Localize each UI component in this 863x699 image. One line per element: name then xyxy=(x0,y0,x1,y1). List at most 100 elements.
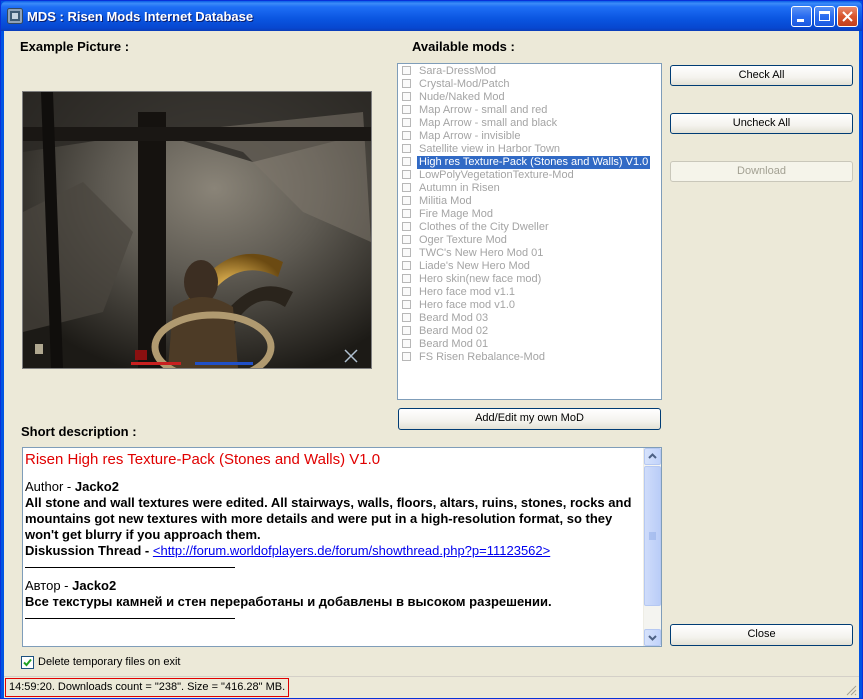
mod-label: Hero face mod v1.1 xyxy=(419,286,515,298)
mod-list-item[interactable]: Map Arrow - small and black xyxy=(399,117,660,130)
mods-list[interactable]: Sara-DressMod Crystal-Mod/Patch Nude/Naked… xyxy=(397,63,662,400)
maximize-button[interactable] xyxy=(814,6,835,27)
mod-list-item[interactable]: Crystal-Mod/Patch xyxy=(399,78,660,91)
mod-checkbox[interactable] xyxy=(402,222,411,231)
close-window-button[interactable] xyxy=(837,6,858,27)
dialog-client-area: Example Picture : Available mods : Sara-… xyxy=(4,31,859,698)
mod-label: Hero skin(new face mod) xyxy=(419,273,542,285)
mod-list-item[interactable]: Militia Mod xyxy=(399,195,660,208)
thread-line: Diskussion Thread - <http://forum.worldo… xyxy=(25,543,551,558)
mod-list-item[interactable]: Liade's New Hero Mod xyxy=(399,260,660,273)
mod-list-item[interactable]: Hero skin(new face mod) xyxy=(399,273,660,286)
author-name-en: Jacko2 xyxy=(74,479,119,494)
minimize-button[interactable] xyxy=(791,6,812,27)
uncheck-all-button[interactable]: Uncheck All xyxy=(670,113,853,134)
mod-label: TWC's New Hero Mod 01 xyxy=(419,247,544,259)
mod-checkbox[interactable] xyxy=(402,248,411,257)
mod-label: Map Arrow - small and black xyxy=(419,117,558,129)
checkmark-icon xyxy=(23,658,32,667)
mod-checkbox[interactable] xyxy=(402,235,411,244)
mod-checkbox[interactable] xyxy=(402,170,411,179)
mod-checkbox[interactable] xyxy=(402,118,411,127)
mod-checkbox[interactable] xyxy=(402,326,411,335)
download-button[interactable]: Download xyxy=(670,161,853,182)
main-window: MDS : Risen Mods Internet Database Examp… xyxy=(0,0,863,699)
mod-list-item[interactable]: Autumn in Risen xyxy=(399,182,660,195)
mod-label: Map Arrow - small and red xyxy=(419,104,548,116)
mod-label: LowPolyVegetationTexture-Mod xyxy=(419,169,574,181)
mod-checkbox[interactable] xyxy=(402,105,411,114)
mod-list-item[interactable]: Nude/Naked Mod xyxy=(399,91,660,104)
mod-checkbox[interactable] xyxy=(402,209,411,218)
divider xyxy=(25,567,235,568)
mod-checkbox[interactable] xyxy=(402,66,411,75)
mod-label: Oger Texture Mod xyxy=(419,234,507,246)
author-line-en: Author - Jacko2 xyxy=(25,479,119,494)
mod-checkbox[interactable] xyxy=(402,144,411,153)
mod-list-item[interactable]: Hero face mod v1.0 xyxy=(399,299,660,312)
mod-list-item[interactable]: Fire Mage Mod xyxy=(399,208,660,221)
mod-list-item[interactable]: Beard Mod 01 xyxy=(399,338,660,351)
mod-label: Clothes of the City Dweller xyxy=(419,221,549,233)
mod-list-item[interactable]: High res Texture-Pack (Stones and Walls)… xyxy=(399,156,660,169)
mod-checkbox[interactable] xyxy=(402,157,411,166)
add-edit-mod-button[interactable]: Add/Edit my own MoD xyxy=(398,408,661,430)
mod-list-item[interactable]: Clothes of the City Dweller xyxy=(399,221,660,234)
mod-checkbox[interactable] xyxy=(402,352,411,361)
mod-list-item[interactable]: Beard Mod 02 xyxy=(399,325,660,338)
mod-list-item[interactable]: Satellite view in Harbor Town xyxy=(399,143,660,156)
mod-list-item[interactable]: Hero face mod v1.1 xyxy=(399,286,660,299)
mod-list-item[interactable]: FS Risen Rebalance-Mod xyxy=(399,351,660,364)
author-name-ru: Jacko2 xyxy=(72,578,117,593)
description-box[interactable]: Risen High res Texture-Pack (Stones and … xyxy=(22,447,662,647)
mod-list-item[interactable]: LowPolyVegetationTexture-Mod xyxy=(399,169,660,182)
mod-checkbox[interactable] xyxy=(402,339,411,348)
mod-checkbox[interactable] xyxy=(402,287,411,296)
description-scrollbar[interactable] xyxy=(643,448,661,646)
scroll-thumb[interactable] xyxy=(644,466,661,606)
resize-grip-icon[interactable] xyxy=(845,684,857,696)
mod-list-item[interactable]: Beard Mod 03 xyxy=(399,312,660,325)
mod-label: Sara-DressMod xyxy=(419,65,497,77)
mod-checkbox[interactable] xyxy=(402,196,411,205)
mod-list-item[interactable]: TWC's New Hero Mod 01 xyxy=(399,247,660,260)
mod-label: Liade's New Hero Mod xyxy=(419,260,530,272)
mod-label: Nude/Naked Mod xyxy=(419,91,505,103)
mod-label: Beard Mod 03 xyxy=(419,312,489,324)
chevron-up-icon xyxy=(648,453,657,459)
example-picture-label: Example Picture : xyxy=(20,39,130,54)
mod-label: Militia Mod xyxy=(419,195,472,207)
mod-checkbox[interactable] xyxy=(402,92,411,101)
divider xyxy=(25,618,235,619)
grip-icon xyxy=(649,532,656,540)
mod-label: Autumn in Risen xyxy=(419,182,500,194)
mod-list-item[interactable]: Map Arrow - small and red xyxy=(399,104,660,117)
mod-checkbox[interactable] xyxy=(402,131,411,140)
mod-list-item[interactable]: Oger Texture Mod xyxy=(399,234,660,247)
mod-list-item[interactable]: Sara-DressMod xyxy=(399,65,660,78)
short-description-label: Short description : xyxy=(21,424,137,439)
example-picture xyxy=(22,91,372,369)
scroll-down-button[interactable] xyxy=(644,629,661,646)
delete-temp-checkbox[interactable] xyxy=(21,656,34,669)
thread-link[interactable]: <http://forum.worldofplayers.de/forum/sh… xyxy=(153,543,550,558)
app-icon xyxy=(7,8,23,24)
mod-list-item[interactable]: Map Arrow - invisible xyxy=(399,130,660,143)
description-body-ru: Все текстуры камней и стен переработаны … xyxy=(25,594,552,609)
mod-checkbox[interactable] xyxy=(402,274,411,283)
mod-checkbox[interactable] xyxy=(402,313,411,322)
available-mods-label: Available mods : xyxy=(412,39,515,54)
title-bar[interactable]: MDS : Risen Mods Internet Database xyxy=(1,1,862,31)
mod-checkbox[interactable] xyxy=(402,300,411,309)
author-line-ru: Автор - Jacko2 xyxy=(25,578,117,593)
mod-checkbox[interactable] xyxy=(402,183,411,192)
mod-checkbox[interactable] xyxy=(402,79,411,88)
close-button[interactable]: Close xyxy=(670,624,853,646)
check-all-button[interactable]: Check All xyxy=(670,65,853,86)
scroll-up-button[interactable] xyxy=(644,448,661,465)
mod-label: Map Arrow - invisible xyxy=(419,130,521,142)
minimize-icon xyxy=(797,19,804,22)
description-title: Risen High res Texture-Pack (Stones and … xyxy=(25,451,381,468)
mod-label: Beard Mod 01 xyxy=(419,338,489,350)
mod-checkbox[interactable] xyxy=(402,261,411,270)
